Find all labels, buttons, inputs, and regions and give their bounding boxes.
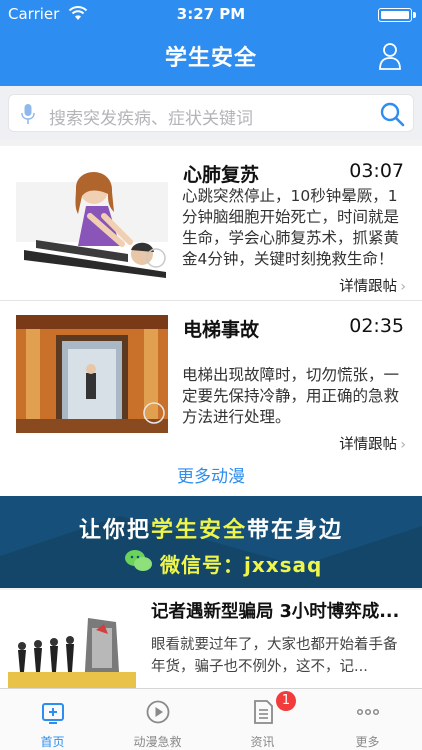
list-item-elevator[interactable]: 电梯事故 02:35 电梯出现故障时，切勿慌张，一定要先保持冷静，用正确的急救方…	[0, 301, 422, 459]
item-description: 心跳突然停止，10秒钟晕厥，1分钟脑细胞开始死亡，时间就是生命，学会心肺复苏术，…	[182, 187, 400, 268]
chevron-right-icon: ›	[400, 279, 406, 295]
tab-label: 资讯	[250, 735, 275, 749]
tab-bar: 首页 动漫急救 1 资讯 更多	[0, 688, 422, 750]
news-title: 记者遇新型骗局 3小时博弈成...	[151, 602, 400, 622]
notification-badge: 1	[276, 691, 296, 711]
search-bar: 搜索突发疾病、症状关键词	[0, 86, 422, 140]
status-time: 3:27 PM	[176, 5, 246, 23]
page-title: 学生安全	[164, 46, 257, 71]
microphone-icon[interactable]	[21, 103, 35, 125]
cpr-thumbnail	[16, 160, 168, 278]
tab-home[interactable]: 首页	[0, 689, 105, 750]
detail-label: 详情跟帖	[339, 437, 398, 453]
item-duration: 03:07	[349, 160, 404, 182]
tab-animation[interactable]: 动漫急救	[105, 689, 210, 750]
detail-label: 详情跟帖	[339, 279, 398, 295]
news-thumbnail	[8, 598, 136, 688]
banner-slogan-before: 让你把	[78, 518, 151, 543]
item-title: 心肺复苏	[183, 164, 260, 186]
wechat-icon	[125, 550, 152, 571]
chevron-right-icon: ›	[400, 437, 406, 453]
tab-news[interactable]: 1 资讯	[210, 689, 315, 750]
search-input[interactable]: 搜索突发疾病、症状关键词	[8, 94, 414, 132]
search-placeholder: 搜索突发疾病、症状关键词	[49, 109, 253, 129]
top-bar: Carrier 3:27 PM 学生安全	[0, 0, 422, 86]
item-title: 电梯事故	[183, 319, 260, 341]
item-description: 电梯出现故障时，切勿慌张，一定要先保持冷静，用正确的急救方法进行处理。	[182, 366, 400, 426]
elevator-thumbnail	[16, 315, 168, 433]
tab-label: 更多	[355, 735, 380, 749]
news-description: 眼看就要过年了，大家也都开始着手备年货，骗子也不例外，这不，记...	[151, 637, 398, 675]
document-icon	[254, 700, 273, 724]
battery-icon	[378, 8, 416, 22]
banner-slogan: 让你把学生安全带在身边	[0, 512, 422, 544]
more-animations-button[interactable]: 更多动漫	[0, 458, 422, 496]
banner-slogan-highlight: 学生安全	[150, 518, 247, 543]
item-duration: 02:35	[349, 315, 404, 337]
search-icon[interactable]	[379, 101, 405, 127]
news-item[interactable]: 记者遇新型骗局 3小时博弈成... 眼看就要过年了，大家也都开始着手备年货，骗子…	[0, 590, 422, 688]
user-icon[interactable]	[378, 42, 402, 70]
status-bar: Carrier 3:27 PM	[0, 0, 422, 28]
banner-wechat-id: 微信号：jxxsaq	[160, 553, 323, 577]
home-icon	[42, 703, 64, 724]
play-icon	[146, 700, 170, 724]
more-icon	[356, 708, 380, 716]
detail-link[interactable]: 详情跟帖 ›	[339, 275, 406, 296]
list-item-cpr[interactable]: 心肺复苏 03:07 心跳突然停止，10秒钟晕厥，1分钟脑细胞开始死亡，时间就是…	[0, 146, 422, 301]
video-list: 心肺复苏 03:07 心跳突然停止，10秒钟晕厥，1分钟脑细胞开始死亡，时间就是…	[0, 146, 422, 459]
wechat-banner[interactable]: 让你把学生安全带在身边 微信号：jxxsaq	[0, 496, 422, 588]
detail-link[interactable]: 详情跟帖 ›	[339, 433, 406, 454]
tab-more[interactable]: 更多	[315, 689, 420, 750]
tab-label: 动漫急救	[133, 735, 182, 749]
tab-label: 首页	[40, 735, 65, 749]
banner-slogan-after: 带在身边	[247, 518, 344, 543]
